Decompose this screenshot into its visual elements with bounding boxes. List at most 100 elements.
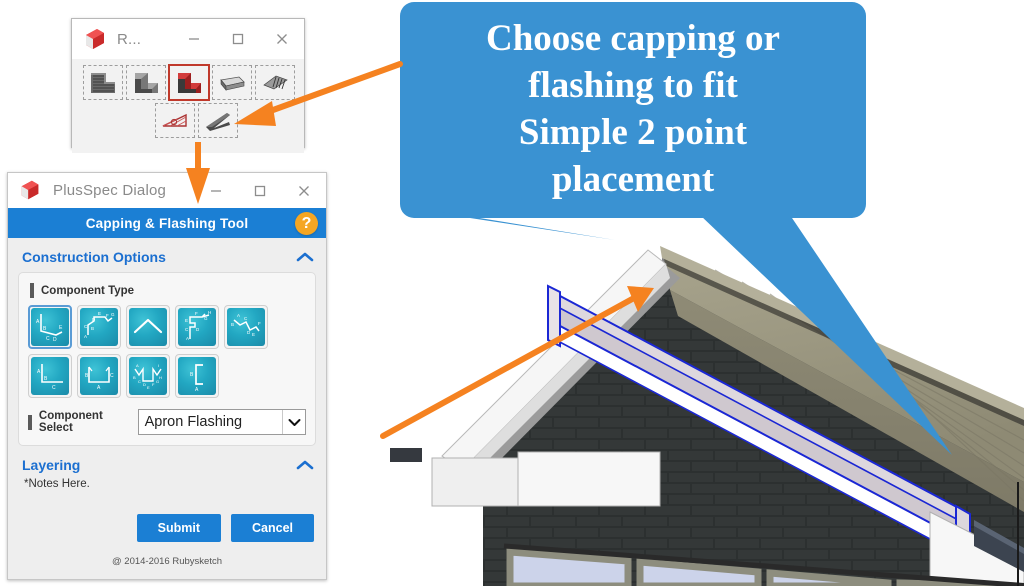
- roof-batten-tool[interactable]: [255, 65, 295, 100]
- section-title-layering: Layering: [22, 457, 81, 473]
- svg-text:B: B: [190, 372, 194, 378]
- svg-text:E: E: [59, 325, 63, 331]
- callout-bubble: Choose capping or flashing to fit Simple…: [400, 2, 866, 218]
- section-title-construction-options: Construction Options: [22, 249, 166, 265]
- svg-text:H: H: [208, 310, 211, 315]
- dialog-button-row: Submit Cancel: [8, 514, 326, 542]
- construction-options-panel: Component Type A B C D E A C B D E F G A…: [18, 272, 316, 446]
- flashing-blade-tool[interactable]: [198, 103, 238, 138]
- svg-text:H: H: [159, 375, 162, 380]
- submit-button[interactable]: Submit: [136, 514, 221, 542]
- capping-flashing-tool[interactable]: [168, 64, 210, 101]
- svg-text:I: I: [158, 363, 159, 368]
- svg-text:F: F: [258, 321, 261, 326]
- svg-text:E: E: [252, 332, 255, 337]
- toolbar-window-title: R...: [117, 30, 142, 48]
- svg-text:D: D: [247, 330, 251, 335]
- valley-flashing-profile[interactable]: A B C D E F: [224, 305, 268, 349]
- svg-text:C: C: [52, 385, 56, 391]
- angle-flashing-profile[interactable]: A B C: [28, 354, 72, 398]
- svg-text:E: E: [185, 318, 188, 323]
- component-select-dropdown[interactable]: Apron Flashing: [137, 409, 306, 435]
- svg-text:B: B: [43, 326, 47, 332]
- svg-text:F: F: [195, 311, 198, 316]
- svg-text:G: G: [111, 312, 115, 317]
- svg-text:A: A: [37, 369, 41, 375]
- dialog-banner: Capping & Flashing Tool ?: [8, 208, 326, 238]
- svg-text:F: F: [152, 382, 155, 387]
- box-gutter-profile[interactable]: B A C: [77, 354, 121, 398]
- chevron-up-icon[interactable]: [296, 459, 314, 471]
- screenshot-canvas: R... PlusSpec Dialog Capping & Flashing …: [0, 0, 1024, 586]
- component-type-grid: A B C D E A C B D E F G A C D E F G H A …: [28, 305, 306, 398]
- close-icon[interactable]: [260, 19, 304, 59]
- minimize-icon[interactable]: [172, 19, 216, 59]
- apron-flashing-profile[interactable]: A B C D E: [28, 305, 72, 349]
- svg-text:C: C: [46, 336, 50, 342]
- svg-text:D: D: [143, 382, 146, 387]
- svg-text:B: B: [231, 322, 234, 327]
- toolbar-window-titlebar[interactable]: R...: [72, 19, 304, 59]
- chevron-up-icon[interactable]: [296, 251, 314, 263]
- component-select-label-group: Component Select: [28, 410, 138, 434]
- plusspec-dialog-window[interactable]: PlusSpec Dialog Capping & Flashing Tool …: [7, 172, 327, 580]
- parapet-capping-profile[interactable]: A C D E F G H: [175, 305, 219, 349]
- maximize-icon[interactable]: [216, 19, 260, 59]
- svg-text:B: B: [133, 375, 136, 380]
- component-select-label: Component Select: [38, 410, 103, 434]
- help-icon[interactable]: ?: [295, 212, 318, 235]
- toolbar-row-1: [72, 64, 304, 101]
- ridge-capping-profile[interactable]: [126, 305, 170, 349]
- svg-text:C: C: [110, 373, 114, 379]
- dialog-titlebar[interactable]: PlusSpec Dialog: [8, 173, 326, 208]
- svg-text:D: D: [196, 327, 200, 332]
- svg-text:E: E: [147, 385, 150, 390]
- svg-text:A: A: [97, 385, 101, 391]
- dialog-banner-title: Capping & Flashing Tool: [85, 215, 249, 231]
- svg-text:E: E: [98, 311, 101, 316]
- corner-capping-tool[interactable]: [83, 65, 123, 100]
- maximize-icon[interactable]: [238, 173, 282, 208]
- dialog-window-title: PlusSpec Dialog: [53, 182, 167, 199]
- component-select-row: Component Select Apron Flashing: [28, 409, 306, 435]
- sketchup-3d-model-viewport[interactable]: [370, 220, 1024, 586]
- barge-capping-profile[interactable]: A B C D E F G H I: [126, 354, 170, 398]
- copyright-text: @ 2014-2016 Rubysketch: [112, 556, 222, 567]
- toolbar-row-2: [72, 103, 304, 138]
- svg-text:A: A: [36, 319, 40, 325]
- label-accent-bar: [28, 414, 32, 430]
- roof-sheet-tool[interactable]: [212, 65, 252, 100]
- svg-text:G: G: [204, 316, 208, 321]
- svg-text:C: C: [138, 379, 141, 384]
- component-type-label-group: Component Type: [30, 283, 306, 298]
- minimize-icon[interactable]: [194, 173, 238, 208]
- section-header-layering[interactable]: Layering: [8, 446, 326, 480]
- svg-text:F: F: [106, 313, 109, 318]
- sketchup-icon: [82, 26, 108, 52]
- chevron-down-icon[interactable]: [282, 410, 305, 434]
- callout-text: Choose capping or flashing to fit Simple…: [486, 18, 780, 200]
- toolbar-button-area: [72, 59, 304, 153]
- svg-text:A: A: [186, 336, 189, 341]
- svg-text:A: A: [84, 334, 87, 339]
- svg-text:B: B: [91, 326, 94, 331]
- svg-text:A: A: [195, 387, 199, 393]
- instruction-callout: Choose capping or flashing to fit Simple…: [400, 2, 866, 218]
- sketchup-icon: [18, 178, 44, 204]
- channel-flashing-profile[interactable]: B A: [175, 354, 219, 398]
- section-header-construction-options[interactable]: Construction Options: [8, 238, 326, 272]
- truss-tool[interactable]: [155, 103, 195, 138]
- svg-text:D: D: [53, 337, 57, 343]
- cancel-button[interactable]: Cancel: [231, 514, 314, 542]
- stepped-flashing-profile[interactable]: A C B D E F G: [77, 305, 121, 349]
- component-select-value: Apron Flashing: [144, 414, 243, 430]
- component-type-label: Component Type: [41, 284, 135, 297]
- close-icon[interactable]: [282, 173, 326, 208]
- svg-text:A: A: [136, 363, 139, 368]
- label-accent-bar: [30, 283, 34, 298]
- ruby-toolbar-window[interactable]: R...: [71, 18, 305, 153]
- svg-text:C: C: [244, 316, 248, 321]
- corner-flashing-tool[interactable]: [126, 65, 166, 100]
- svg-text:B: B: [44, 376, 48, 382]
- svg-text:A: A: [237, 313, 240, 318]
